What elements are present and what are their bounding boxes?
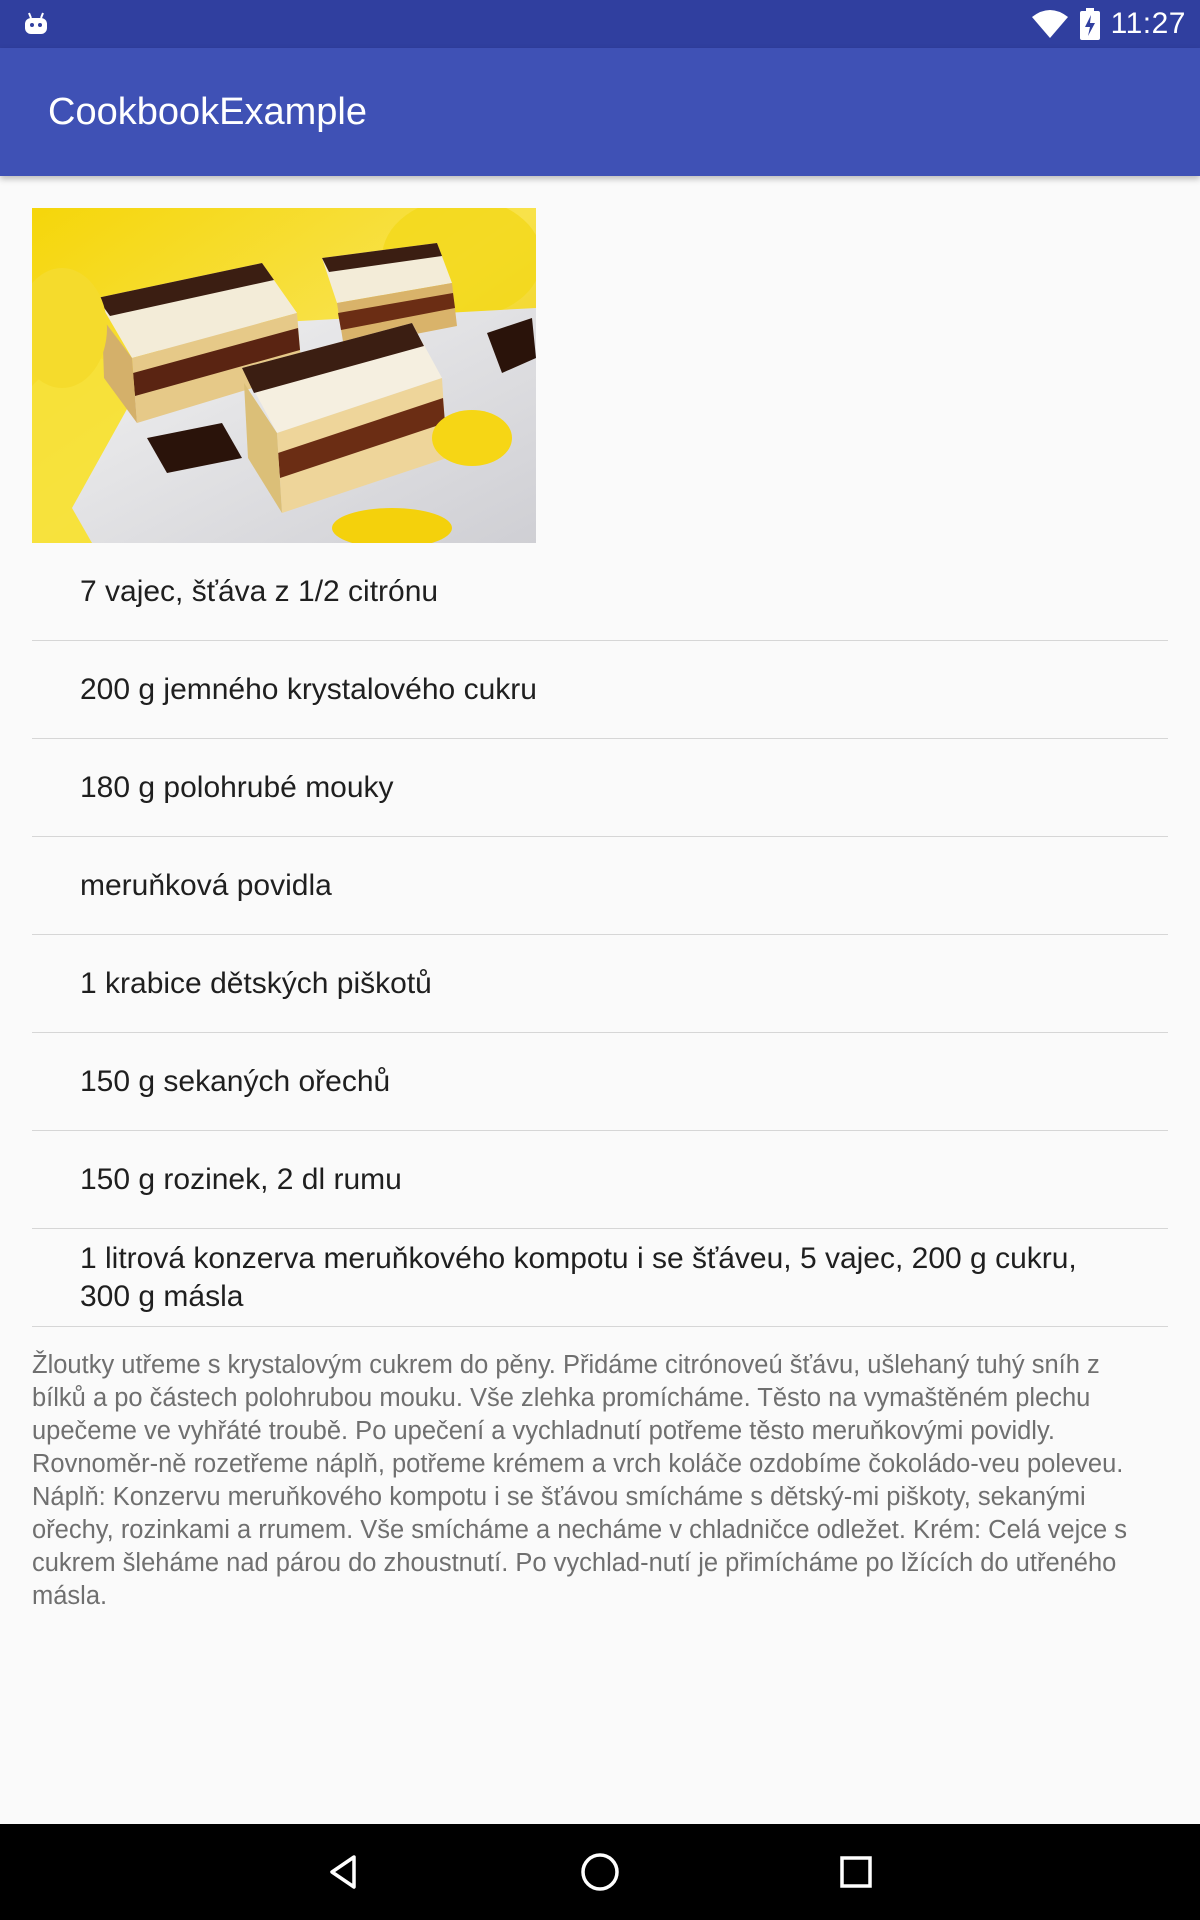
status-bar: 11:27 bbox=[0, 0, 1200, 48]
status-icons: 11:27 bbox=[1031, 0, 1186, 48]
navigation-bar bbox=[0, 1824, 1200, 1920]
app-title: CookbookExample bbox=[48, 91, 367, 133]
recipe-content: 7 vajec, šťáva z 1/2 citrónu 200 g jemné… bbox=[32, 208, 1168, 1613]
back-button[interactable] bbox=[296, 1824, 392, 1920]
back-triangle-icon bbox=[330, 1855, 356, 1889]
recipe-instructions: Žloutky utřeme s krystalovým cukrem do p… bbox=[32, 1351, 1128, 1610]
wifi-icon bbox=[1031, 10, 1068, 38]
ingredient-item[interactable]: 150 g sekaných ořechů bbox=[32, 1033, 1168, 1131]
app-bar: CookbookExample bbox=[0, 48, 1200, 176]
ingredient-item[interactable]: 1 krabice dětských piškotů bbox=[32, 935, 1168, 1033]
ingredient-item[interactable]: 7 vajec, šťáva z 1/2 citrónu bbox=[32, 543, 1168, 641]
ingredient-item[interactable]: 1 litrová konzerva meruňkového kompotu i… bbox=[32, 1229, 1168, 1327]
ingredient-item[interactable]: 200 g jemného krystalového cukru bbox=[32, 641, 1168, 739]
battery-charging-icon bbox=[1079, 8, 1100, 40]
ingredient-item[interactable]: meruňková povidla bbox=[32, 837, 1168, 935]
ingredient-item[interactable]: 150 g rozinek, 2 dl rumu bbox=[32, 1131, 1168, 1229]
home-circle-icon bbox=[581, 1853, 619, 1891]
home-button[interactable] bbox=[552, 1824, 648, 1920]
ingredient-list: 7 vajec, šťáva z 1/2 citrónu 200 g jemné… bbox=[32, 543, 1168, 1327]
recents-square-icon bbox=[840, 1856, 872, 1888]
recipe-image bbox=[32, 208, 536, 543]
status-time: 11:27 bbox=[1110, 7, 1186, 40]
android-notification-icon bbox=[25, 12, 47, 34]
ingredient-item[interactable]: 180 g polohrubé mouky bbox=[32, 739, 1168, 837]
recents-button[interactable] bbox=[808, 1824, 904, 1920]
